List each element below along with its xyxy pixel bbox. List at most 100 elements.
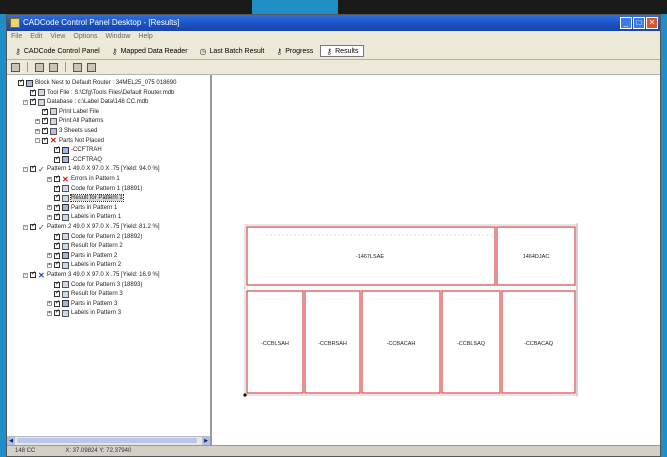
tree-checkbox[interactable]	[54, 299, 60, 307]
tab-results[interactable]: ⚷ Results	[320, 45, 365, 57]
tree-node[interactable]: -CCFTRAH	[47, 145, 102, 154]
expand-icon[interactable]: +	[47, 214, 52, 220]
menu-edit[interactable]: Edit	[30, 31, 42, 43]
tree-node[interactable]: Tool File : S:\Cfg\Tools Files\Default R…	[23, 88, 174, 97]
nest-drawing-canvas[interactable]: -1467LSAE 1464DJAC -CCBLSAH -CCBRSAH -CCBACA…	[212, 75, 660, 445]
minimize-button[interactable]: _	[620, 17, 632, 29]
maximize-button[interactable]: □	[633, 17, 645, 29]
tree-node[interactable]: - ✕Pattern 3 49.0 X 97.0 X .75 [Yield: 16…	[23, 270, 160, 279]
collapse-icon[interactable]: -	[23, 99, 28, 105]
tree-node[interactable]: -CCFTRAQ	[47, 155, 102, 164]
tree-checkbox[interactable]	[30, 97, 36, 106]
document-icon	[62, 242, 69, 250]
part-label: -CCBLSAQ	[457, 341, 486, 347]
preview-icon[interactable]	[49, 62, 58, 72]
collapse-icon[interactable]: -	[23, 166, 28, 172]
scroll-left-icon[interactable]: ◀	[7, 437, 15, 445]
tree-icon[interactable]	[73, 62, 82, 72]
tree-checkbox[interactable]	[54, 241, 60, 250]
tree-node[interactable]: + Labels in Pattern 3	[47, 308, 121, 317]
tree-checkbox[interactable]	[30, 270, 36, 278]
menu-help[interactable]: Help	[138, 31, 152, 43]
tree-checkbox[interactable]	[54, 145, 60, 154]
result-tree[interactable]: ◀ ▶ Block Nest to Default Router : 34MEL…	[7, 75, 212, 445]
tree-node[interactable]: Code for Pattern 2 (18892)	[47, 232, 142, 241]
expand-icon[interactable]: +	[35, 128, 40, 134]
tree-node[interactable]: - ✓Pattern 2 49.0 X 97.0 X .75 [Yield: 81…	[23, 222, 160, 231]
scroll-right-icon[interactable]: ▶	[202, 437, 210, 445]
tree-checkbox[interactable]	[54, 184, 60, 192]
copy-icon[interactable]	[87, 62, 96, 72]
error-x-icon: ✕	[50, 136, 57, 146]
tab-last-batch-result[interactable]: ◷ Last Batch Result	[195, 44, 270, 58]
tree-checkbox[interactable]	[54, 212, 60, 221]
menu-view[interactable]: View	[50, 31, 65, 43]
tree-checkbox[interactable]	[30, 222, 36, 230]
menu-options[interactable]: Options	[73, 31, 97, 43]
collapse-icon[interactable]: -	[35, 138, 40, 144]
tree-checkbox[interactable]	[54, 203, 60, 211]
expand-icon[interactable]: +	[47, 176, 52, 182]
tree-node[interactable]: Result for Pattern 2	[47, 241, 123, 250]
tree-checkbox[interactable]	[54, 289, 60, 298]
expand-icon[interactable]: +	[47, 253, 52, 259]
tree-node[interactable]: Code for Pattern 3 (18893)	[47, 280, 142, 289]
tree-node[interactable]: Block Nest to Default Router : 34MEL25_0…	[11, 78, 176, 87]
tab-control-panel[interactable]: ⚷ CADCode Control Panel	[10, 44, 105, 58]
tree-node[interactable]: Code for Pattern 1 (18891)	[47, 184, 142, 193]
tree-node[interactable]: + Labels in Pattern 1	[47, 212, 121, 221]
close-button[interactable]: ✕	[646, 17, 658, 29]
part-label: -CCBACAQ	[524, 341, 554, 347]
tree-node[interactable]: + Parts in Pattern 2	[47, 251, 117, 260]
tree-node[interactable]: + Print All Patterns	[35, 116, 104, 125]
part-icon	[26, 79, 33, 87]
tree-checkbox[interactable]	[42, 116, 48, 125]
collapse-icon[interactable]: -	[23, 272, 28, 278]
tab-mapped-data-reader[interactable]: ⚷ Mapped Data Reader	[107, 44, 193, 58]
document-icon	[62, 281, 69, 289]
tree-checkbox[interactable]	[30, 88, 36, 96]
tree-checkbox[interactable]	[42, 107, 48, 115]
tree-node[interactable]: - ✕Parts Not Placed	[35, 136, 104, 146]
expand-icon[interactable]: +	[35, 118, 40, 124]
save-icon[interactable]	[11, 62, 20, 72]
tree-checkbox[interactable]	[54, 174, 60, 182]
tree-node[interactable]: + ✕Errors in Pattern 1	[47, 174, 120, 184]
tree-checkbox[interactable]	[30, 164, 36, 173]
tree-checkbox[interactable]	[18, 78, 24, 86]
key-icon: ⚷	[15, 46, 21, 56]
tree-node[interactable]: + Labels in Pattern 2	[47, 260, 121, 269]
tree-node[interactable]: Result for Pattern 3	[47, 289, 123, 298]
expand-icon[interactable]: +	[47, 301, 52, 307]
tree-checkbox[interactable]	[54, 232, 60, 240]
error-x-icon: ✕	[62, 174, 69, 184]
tree-node[interactable]: + Parts in Pattern 3	[47, 299, 117, 308]
collapse-icon[interactable]: -	[23, 224, 28, 230]
tree-checkbox[interactable]	[54, 308, 60, 317]
key-icon: ⚷	[111, 46, 118, 56]
key-icon: ⚷	[326, 46, 333, 56]
tree-checkbox[interactable]	[54, 193, 60, 202]
print-icon[interactable]	[35, 62, 44, 72]
tree-node[interactable]: +3 Sheets used	[35, 126, 97, 135]
tab-progress[interactable]: ⚷ Progress	[271, 44, 318, 58]
tree-checkbox[interactable]	[54, 251, 60, 259]
expand-icon[interactable]: +	[47, 262, 52, 268]
tree-node[interactable]: - ✓Pattern 1 49.0 X 97.0 X .75 [Yield: 94…	[23, 164, 160, 173]
horizontal-scrollbar[interactable]: ◀ ▶	[7, 436, 210, 445]
tree-checkbox[interactable]	[42, 136, 48, 144]
tree-node-label: Result for Pattern 2	[71, 243, 123, 250]
tree-checkbox[interactable]	[42, 126, 48, 134]
tree-checkbox[interactable]	[54, 260, 60, 269]
tree-checkbox[interactable]	[54, 155, 60, 163]
menu-file[interactable]: File	[11, 31, 22, 43]
tree-node[interactable]: Result for Pattern 1	[47, 193, 124, 203]
tree-node-label: Print All Patterns	[59, 118, 104, 125]
tree-node[interactable]: + Parts in Pattern 1	[47, 203, 117, 212]
menu-window[interactable]: Window	[106, 31, 131, 43]
tree-node[interactable]: - Database : c:\Label Data\148 CC.mdb	[23, 97, 148, 106]
expand-icon[interactable]: +	[47, 205, 52, 211]
tree-node[interactable]: Print Label File	[35, 107, 99, 116]
expand-icon[interactable]: +	[47, 310, 52, 316]
tree-checkbox[interactable]	[54, 280, 60, 288]
